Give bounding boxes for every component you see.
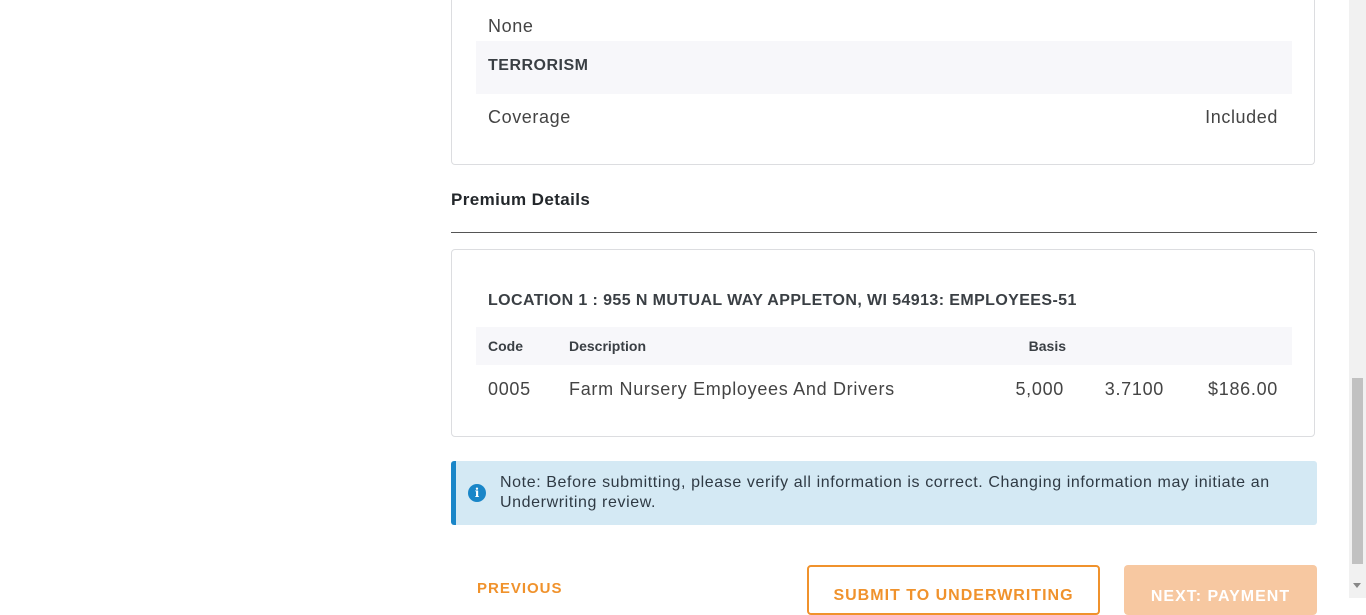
premium-details-title: Premium Details	[451, 190, 591, 209]
next-payment-button[interactable]: NEXT: PAYMENT	[1124, 565, 1317, 615]
terrorism-coverage-card: None TERRORISM Coverage Included	[451, 0, 1315, 165]
row-basis: 5,000	[1015, 379, 1064, 399]
row-description: Farm Nursery Employees And Drivers	[569, 379, 895, 399]
row-code: 0005	[488, 379, 531, 399]
previous-button[interactable]: PREVIOUS	[477, 580, 563, 597]
row-rate: 3.7100	[1104, 379, 1164, 399]
terrorism-heading: TERRORISM	[488, 57, 589, 74]
column-header-basis: Basis	[1028, 338, 1066, 354]
info-icon: i	[468, 484, 486, 502]
note-text: Note: Before submitting, please verify a…	[500, 474, 1270, 511]
previous-coverage-value: None	[488, 16, 534, 36]
underwriting-note: i Note: Before submitting, please verify…	[451, 461, 1317, 525]
table-header: Code Description Basis	[476, 327, 1292, 365]
terrorism-section-header: TERRORISM	[476, 41, 1292, 94]
location-title: LOCATION 1 : 955 N MUTUAL WAY APPLETON, …	[488, 292, 1077, 309]
scrollbar-thumb[interactable]	[1352, 378, 1363, 564]
coverage-label: Coverage	[488, 107, 571, 127]
column-header-code: Code	[488, 338, 523, 354]
coverage-value: Included	[1205, 107, 1278, 127]
submit-to-underwriting-button[interactable]: SUBMIT TO UNDERWRITING	[807, 565, 1100, 615]
scroll-down-arrow-icon[interactable]	[1353, 583, 1361, 588]
section-divider	[451, 232, 1317, 233]
row-premium: $186.00	[1208, 379, 1278, 399]
column-header-description: Description	[569, 338, 647, 354]
premium-details-card: LOCATION 1 : 955 N MUTUAL WAY APPLETON, …	[451, 249, 1315, 437]
